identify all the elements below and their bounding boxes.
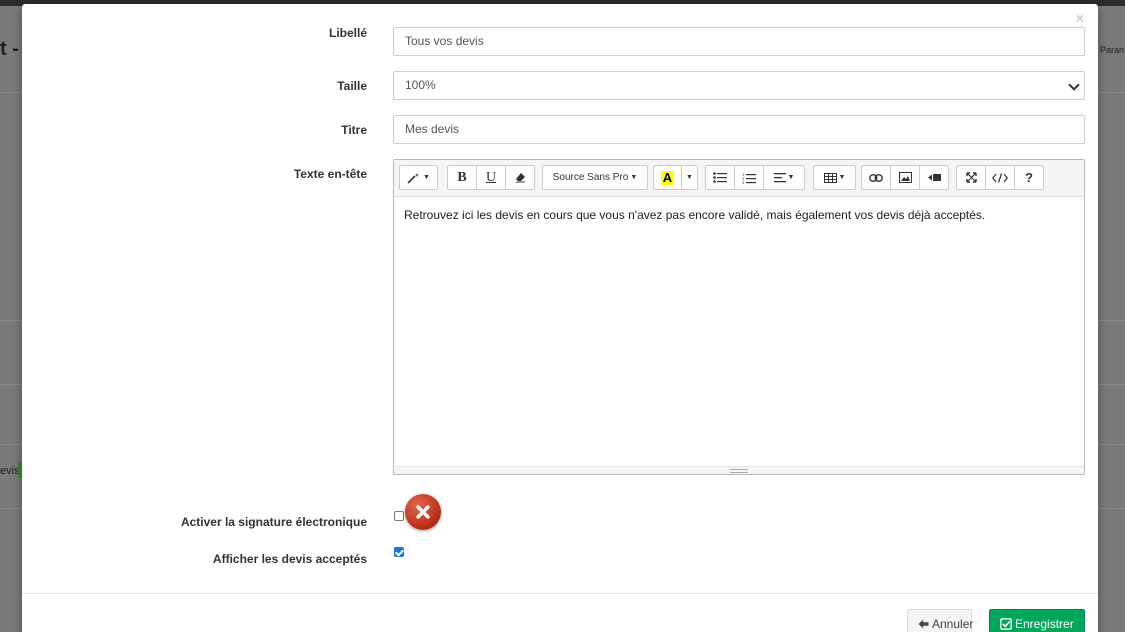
libelle-input[interactable]: Tous vos devis [393,27,1085,56]
link-button[interactable] [861,165,891,190]
taille-selected-value: 100% [405,78,436,92]
editor-toolbar: ▼ B U Source Sans Pro ▼ A ▼ 1 2 3 ▼ ▼ ? [394,160,1084,197]
picture-button[interactable] [890,165,920,190]
underline-button[interactable]: U [476,165,506,190]
cancel-button-label: Annuler [932,617,974,631]
expand-icon [965,172,977,183]
table-dropdown[interactable]: ▼ [813,165,856,190]
signature-label: Activer la signature électronique [180,515,367,529]
titre-label: Titre [341,123,367,137]
magic-style-button[interactable]: ▼ [399,165,438,190]
error-icon [405,494,441,530]
resize-grip-icon [730,469,748,473]
code-view-button[interactable] [985,165,1015,190]
rich-text-editor: ▼ B U Source Sans Pro ▼ A ▼ 1 2 3 ▼ ▼ ? … [393,159,1085,475]
editor-content[interactable]: Retrouvez ici les devis en cours que vou… [404,208,1074,222]
taille-select[interactable]: 100% [393,71,1085,100]
chevron-down-icon [1068,79,1080,91]
help-button[interactable]: ? [1014,165,1044,190]
table-icon [823,172,837,183]
modal-footer-divider [22,593,1098,594]
paragraph-align-dropdown[interactable]: ▼ [763,165,805,190]
video-icon [927,174,941,181]
video-button[interactable] [919,165,949,190]
background-page-title: t - [0,38,19,60]
picture-icon [898,172,912,183]
text-color-button[interactable]: A [653,165,682,190]
unordered-list-icon [713,172,727,183]
unordered-list-button[interactable] [705,165,735,190]
magic-wand-icon [407,172,420,184]
color-dropdown-button[interactable]: ▼ [681,165,698,190]
taille-label: Taille [337,79,367,93]
texte-entete-label: Texte en-tête [293,167,367,181]
code-icon [992,172,1008,183]
cancel-button[interactable]: Annuler [907,609,974,632]
svg-text:3: 3 [742,180,745,184]
titre-input[interactable]: Mes devis [393,115,1085,144]
afficher-devis-checkbox[interactable] [394,547,404,557]
arrow-left-icon [918,619,929,629]
libelle-label: Libellé [328,26,367,40]
fullscreen-button[interactable] [956,165,986,190]
signature-checkbox[interactable] [394,511,404,521]
bold-button[interactable]: B [447,165,477,190]
ordered-list-icon: 123 [742,172,756,184]
save-button[interactable]: Enregistrer [989,609,1085,632]
eraser-icon [515,173,525,183]
background-settings-text: Paran [1100,45,1125,55]
font-family-value: Source Sans Pro [552,172,629,183]
align-left-icon [773,172,786,182]
link-icon [869,173,883,182]
clear-format-button[interactable] [505,165,535,190]
background-devis-text: evis [0,465,20,477]
ordered-list-button[interactable]: 123 [734,165,764,190]
afficher-devis-label: Afficher les devis acceptés [212,552,367,566]
save-button-label: Enregistrer [1015,617,1074,631]
editor-resize-bar[interactable] [394,466,1084,474]
font-family-dropdown[interactable]: Source Sans Pro ▼ [542,165,648,190]
highlight-a-icon: A [660,169,675,185]
check-square-icon [1000,618,1012,630]
close-icon[interactable]: × [1076,10,1084,26]
edit-block-modal: × Libellé Tous vos devis Taille 100% Tit… [22,4,1098,632]
